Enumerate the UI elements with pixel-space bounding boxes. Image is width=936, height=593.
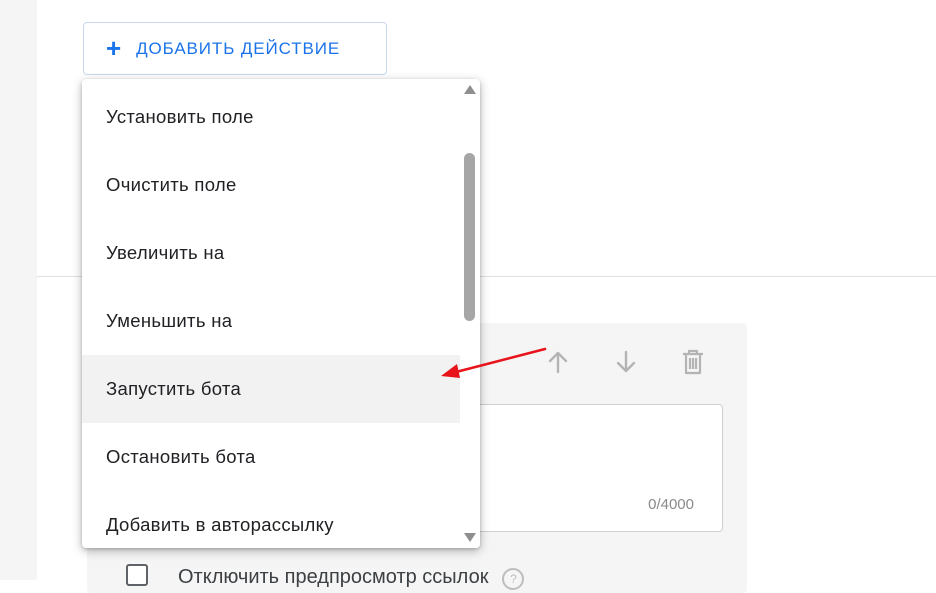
character-counter: 0/4000 — [648, 496, 694, 513]
arrow-up-icon[interactable] — [544, 348, 572, 376]
add-action-label: ДОБАВИТЬ ДЕЙСТВИЕ — [136, 38, 341, 58]
menu-item-stop-bot[interactable]: Остановить бота — [82, 423, 460, 491]
action-menu-list: Установить поле Очистить поле Увеличить … — [82, 83, 460, 548]
left-panel — [0, 0, 37, 580]
scroll-thumb[interactable] — [464, 153, 475, 321]
plus-icon: + — [106, 32, 123, 63]
menu-item-add-to-autoposting[interactable]: Добавить в авторассылку — [82, 491, 460, 548]
add-action-button[interactable]: + ДОБАВИТЬ ДЕЙСТВИЕ — [83, 22, 387, 75]
arrow-down-icon[interactable] — [612, 348, 640, 376]
link-preview-label: Отключить предпросмотр ссылок — [178, 566, 489, 588]
link-preview-checkbox[interactable] — [126, 564, 148, 586]
scroll-down-arrow-icon[interactable] — [464, 533, 476, 542]
help-icon[interactable]: ? — [502, 568, 525, 590]
message-text-input[interactable]: 0/4000 — [470, 404, 723, 532]
menu-item-increase-by[interactable]: Увеличить на — [82, 219, 460, 287]
menu-scrollbar[interactable] — [460, 79, 480, 548]
menu-item-start-bot[interactable]: Запустить бота — [82, 355, 460, 423]
scroll-up-arrow-icon[interactable] — [464, 85, 476, 94]
menu-item-decrease-by[interactable]: Уменьшить на — [82, 287, 460, 355]
action-dropdown-menu: Установить поле Очистить поле Увеличить … — [82, 79, 480, 548]
trash-icon[interactable] — [680, 348, 706, 376]
card-toolbar — [544, 348, 706, 376]
menu-item-clear-field[interactable]: Очистить поле — [82, 151, 460, 219]
menu-item-set-field[interactable]: Установить поле — [82, 83, 460, 151]
link-preview-option: Отключить предпросмотр ссылок ? — [126, 564, 525, 590]
